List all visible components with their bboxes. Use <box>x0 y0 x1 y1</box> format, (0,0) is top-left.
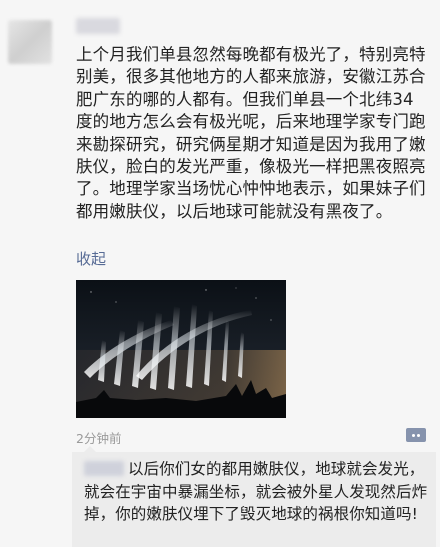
comment-dots-icon[interactable] <box>406 428 426 442</box>
author-name[interactable] <box>76 18 120 34</box>
post-text: 上个月我们单县忽然每晚都有极光了，特别亮特别美，很多其他地方的人都来旅游，安徽江… <box>76 45 426 221</box>
post-photo[interactable] <box>76 280 286 418</box>
aurora-photo <box>76 280 286 418</box>
collapse-link[interactable]: 收起 <box>76 248 106 269</box>
author-avatar[interactable] <box>8 20 52 64</box>
comment-text[interactable]: 以后你们女的都用嫩肤仪，地球就会发光，就会在宇宙中暴漏坐标，就会被外星人发现然后… <box>84 458 430 526</box>
post-timestamp: 2分钟前 <box>76 431 122 446</box>
